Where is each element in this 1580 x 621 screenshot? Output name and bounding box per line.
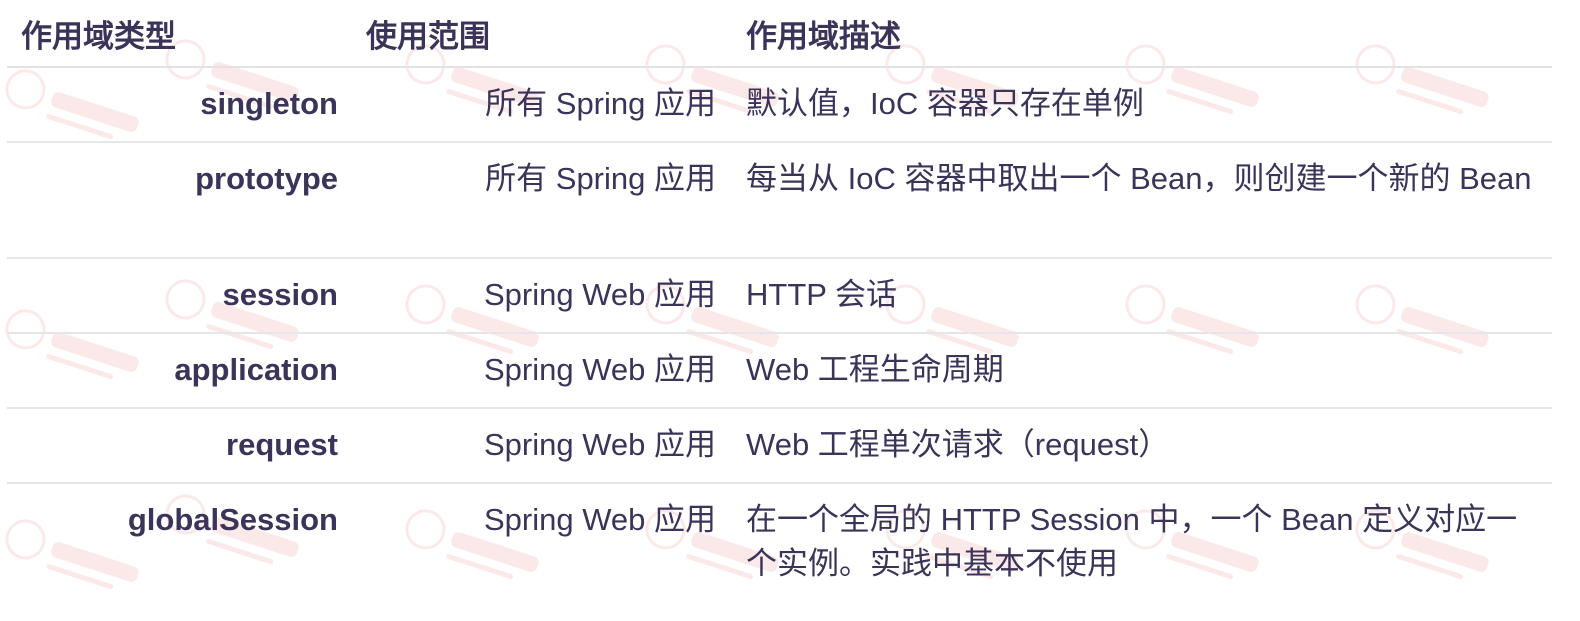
- scope-description-cell: 每当从 IoC 容器中取出一个 Bean，则创建一个新的 Bean: [746, 142, 1552, 259]
- scope-type-cell: application: [7, 333, 366, 409]
- scope-description-cell: 默认值，IoC 容器只存在单例: [746, 67, 1552, 143]
- bean-scope-table: 作用域类型 使用范围 作用域描述 singleton 所有 Spring 应用 …: [7, 0, 1552, 613]
- table-row: application Spring Web 应用 Web 工程生命周期: [7, 333, 1552, 409]
- header-scope-type: 作用域类型: [7, 0, 366, 68]
- table-row: prototype 所有 Spring 应用 每当从 IoC 容器中取出一个 B…: [7, 142, 1552, 259]
- scope-type-cell: globalSession: [127, 502, 338, 537]
- header-scope-description: 作用域描述: [746, 0, 1552, 68]
- table-header-row: 作用域类型 使用范围 作用域描述: [7, 0, 1552, 68]
- scope-description-cell: Web 工程单次请求（request）: [746, 408, 1552, 484]
- scope-type-cell: singleton: [7, 67, 366, 143]
- usage-range-cell: 所有 Spring 应用: [366, 67, 746, 143]
- table-row: singleton 所有 Spring 应用 默认值，IoC 容器只存在单例: [7, 67, 1552, 143]
- scope-description-cell: 在一个全局的 HTTP Session 中，一个 Bean 定义对应一个实例。实…: [746, 502, 1518, 581]
- usage-range-cell: Spring Web 应用: [366, 333, 746, 409]
- scope-description-cell: HTTP 会话: [746, 258, 1552, 334]
- scope-description-cell: Web 工程生命周期: [746, 333, 1552, 409]
- table-row: globalSession Spring Web 应用 在一个全局的 HTTP …: [7, 483, 1552, 613]
- usage-range-cell: Spring Web 应用: [366, 258, 746, 334]
- scope-type-cell: session: [7, 258, 366, 334]
- table-row: request Spring Web 应用 Web 工程单次请求（request…: [7, 408, 1552, 484]
- scope-type-cell: prototype: [7, 142, 366, 259]
- scope-type-cell: request: [7, 408, 366, 484]
- usage-range-cell: Spring Web 应用: [366, 408, 746, 484]
- header-usage-range: 使用范围: [366, 0, 746, 68]
- table-row: session Spring Web 应用 HTTP 会话: [7, 258, 1552, 334]
- usage-range-cell: Spring Web 应用: [483, 502, 716, 537]
- usage-range-cell: 所有 Spring 应用: [366, 142, 746, 259]
